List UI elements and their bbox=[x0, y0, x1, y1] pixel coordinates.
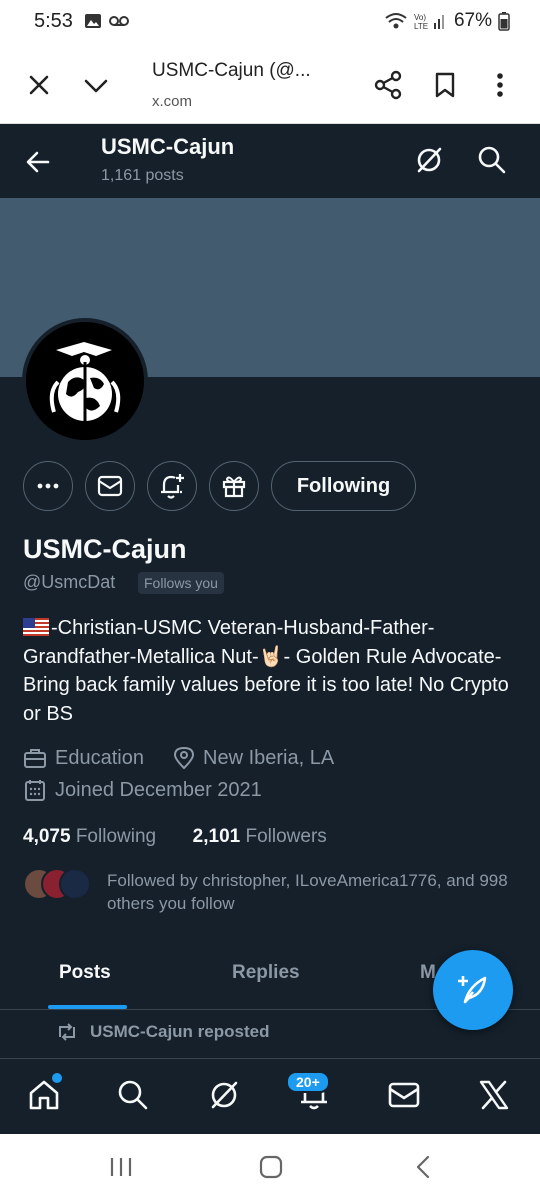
us-flag-icon bbox=[23, 618, 49, 636]
recent-apps-button[interactable] bbox=[108, 1154, 134, 1185]
browser-url[interactable]: x.com bbox=[152, 93, 192, 110]
battery-icon bbox=[498, 12, 510, 31]
bookmark-button[interactable] bbox=[428, 68, 462, 102]
repost-label: USMC-Cajun reposted bbox=[90, 1022, 270, 1041]
profile-handle: @UsmcDat bbox=[23, 572, 116, 592]
feather-plus-icon bbox=[458, 976, 487, 1004]
grok-button[interactable] bbox=[413, 144, 445, 176]
status-bar: 5:53 Vo) LTE 67% bbox=[0, 0, 540, 46]
bio-text: -Christian-USMC Veteran-Husband-Father-G… bbox=[23, 617, 509, 725]
x-logo-icon bbox=[479, 1080, 509, 1110]
notifications-badge: 20+ bbox=[286, 1071, 330, 1093]
gift-button[interactable] bbox=[209, 461, 259, 511]
home-system-button[interactable] bbox=[258, 1154, 284, 1185]
gallery-icon bbox=[85, 14, 101, 28]
tab-posts[interactable]: Posts bbox=[59, 962, 111, 984]
svg-text:Vo): Vo) bbox=[414, 13, 426, 22]
close-tab-button[interactable] bbox=[22, 68, 56, 102]
close-icon bbox=[29, 75, 49, 95]
status-right: Vo) LTE 67% bbox=[384, 10, 510, 32]
share-icon bbox=[374, 70, 402, 100]
profile-location: New Iberia, LA bbox=[173, 746, 334, 770]
nav-x[interactable] bbox=[476, 1077, 512, 1113]
bell-plus-icon bbox=[161, 474, 184, 499]
header-name: USMC-Cajun bbox=[101, 134, 235, 159]
following-count: 4,075 bbox=[23, 826, 71, 847]
profile-avatar[interactable] bbox=[22, 318, 148, 444]
browser-bar: USMC-Cajun (@... x.com bbox=[0, 46, 540, 124]
search-button[interactable] bbox=[476, 144, 508, 176]
chevron-left-icon bbox=[416, 1155, 430, 1179]
search-icon bbox=[478, 146, 506, 174]
profile-bio: -Christian-USMC Veteran-Husband-Father-G… bbox=[23, 614, 518, 728]
nav-search[interactable] bbox=[115, 1077, 151, 1113]
back-system-button[interactable] bbox=[410, 1154, 436, 1185]
search-icon bbox=[118, 1080, 148, 1110]
home-icon bbox=[29, 1080, 59, 1110]
message-button[interactable] bbox=[85, 461, 135, 511]
home-square-icon bbox=[259, 1155, 283, 1179]
bookmark-icon bbox=[435, 72, 455, 98]
more-options-button[interactable] bbox=[23, 461, 73, 511]
chevron-down-icon bbox=[84, 79, 108, 93]
nav-grok[interactable] bbox=[206, 1077, 242, 1113]
voicemail-icon bbox=[109, 16, 129, 26]
tab-replies[interactable]: Replies bbox=[232, 962, 300, 984]
grok-icon bbox=[211, 1081, 238, 1109]
expand-button[interactable] bbox=[79, 68, 113, 102]
avatar bbox=[59, 868, 91, 900]
browser-title: USMC-Cajun (@... bbox=[152, 60, 311, 81]
mail-icon bbox=[388, 1082, 420, 1108]
active-tab-indicator bbox=[48, 1005, 127, 1009]
compose-post-button[interactable] bbox=[433, 950, 513, 1030]
bottom-nav: 20+ bbox=[0, 1058, 540, 1134]
follows-you-badge: Follows you bbox=[138, 572, 224, 594]
svg-text:LTE: LTE bbox=[414, 22, 428, 31]
battery-percent: 67% bbox=[453, 10, 492, 31]
wifi-icon bbox=[385, 13, 407, 29]
profile-name: USMC-Cajun bbox=[23, 534, 187, 564]
profile-joined: Joined December 2021 bbox=[23, 778, 262, 802]
joined-text: Joined December 2021 bbox=[55, 778, 262, 801]
profile-category: Education bbox=[23, 746, 144, 770]
mail-icon bbox=[97, 475, 123, 497]
profile-stats: 4,075 Following 2,101 Followers bbox=[23, 826, 327, 848]
signal-icon: Vo)LTE bbox=[414, 13, 444, 31]
usmc-emblem-icon bbox=[26, 322, 144, 440]
following-button[interactable]: Following bbox=[271, 461, 416, 511]
status-time: 5:53 bbox=[34, 10, 73, 32]
notify-button[interactable] bbox=[147, 461, 197, 511]
following-label: Following bbox=[75, 826, 157, 847]
grok-icon bbox=[417, 147, 442, 173]
more-button[interactable] bbox=[483, 68, 517, 102]
location-text: New Iberia, LA bbox=[203, 746, 335, 769]
category-text: Education bbox=[55, 746, 144, 769]
calendar-icon bbox=[25, 780, 45, 801]
back-button[interactable] bbox=[22, 146, 54, 178]
repost-indicator: USMC-Cajun reposted bbox=[56, 1022, 269, 1042]
followers-label: Followers bbox=[245, 826, 327, 847]
followers-link[interactable]: 2,101 Followers bbox=[193, 826, 327, 847]
system-nav-bar bbox=[0, 1134, 540, 1200]
status-icons bbox=[84, 12, 130, 30]
more-horizontal-icon bbox=[37, 483, 59, 489]
briefcase-icon bbox=[24, 749, 46, 768]
following-link[interactable]: 4,075 Following bbox=[23, 826, 156, 847]
followed-by-avatars[interactable] bbox=[23, 868, 93, 902]
home-notification-dot bbox=[52, 1073, 62, 1083]
nav-messages[interactable] bbox=[386, 1077, 422, 1113]
followers-count: 2,101 bbox=[192, 826, 241, 847]
gift-icon bbox=[222, 476, 246, 498]
more-vertical-icon bbox=[497, 73, 503, 97]
share-button[interactable] bbox=[371, 68, 405, 102]
recent-apps-icon bbox=[110, 1158, 132, 1176]
header-posts-count: 1,161 posts bbox=[101, 167, 184, 184]
location-pin-icon bbox=[173, 746, 195, 770]
profile-header: USMC-Cajun 1,161 posts bbox=[0, 124, 540, 198]
arrow-left-icon bbox=[26, 151, 50, 173]
followed-by-text[interactable]: Followed by christopher, ILoveAmerica177… bbox=[107, 869, 527, 915]
repost-icon bbox=[59, 1023, 75, 1041]
